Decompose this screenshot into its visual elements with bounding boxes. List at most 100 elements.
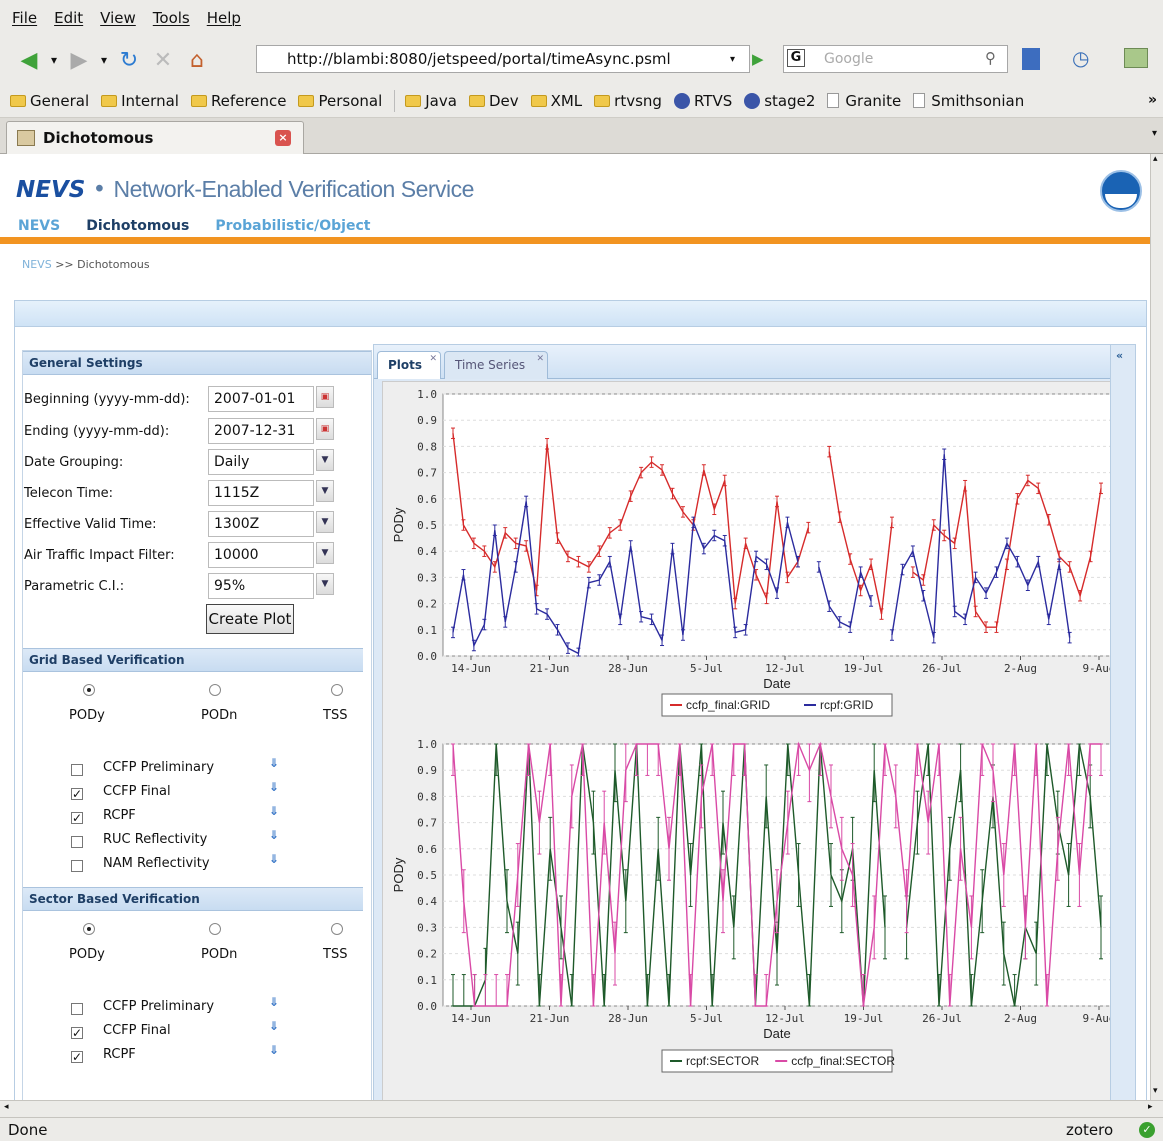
scroll-left-icon[interactable]: ◂ [4,1102,9,1112]
reload-icon[interactable]: ↻ [112,45,146,75]
url-field[interactable]: http://blambi:8080/jetspeed/portal/timeA… [256,45,750,73]
globe-icon [744,92,761,109]
x-tick-label: 19-Jul [844,662,884,675]
zotero-label[interactable]: zotero [1066,1121,1113,1139]
tab-time-series[interactable]: Time Series ✕ [444,351,548,379]
info-icon[interactable]: ⇓ [269,756,281,770]
breadcrumb-nevs[interactable]: NEVS [22,258,52,271]
calendar-icon[interactable]: ▣ [316,418,334,440]
info-icon[interactable]: ⇓ [269,804,281,818]
sector-ccfp-final-checkbox[interactable]: ✓ [71,1027,83,1039]
grid-podn-radio[interactable] [209,684,221,696]
menu-edit[interactable]: Edit [54,9,83,27]
bookmark-java[interactable]: Java [405,92,457,110]
collapse-icon[interactable]: « [1116,349,1123,362]
sector-rcpf-checkbox[interactable]: ✓ [71,1051,83,1063]
menu-tools[interactable]: Tools [153,9,190,27]
grid-ruc-reflectivity-checkbox[interactable] [71,836,83,848]
go-icon[interactable]: ▶ [752,50,764,68]
bookmark-xml[interactable]: XML [530,92,582,110]
grid-ccfp-preliminary-checkbox[interactable] [71,764,83,776]
calendar-icon[interactable]: ▣ [316,386,334,408]
folder-icon [530,94,547,107]
nav-link-probabilistic[interactable]: Probabilistic/Object [215,218,370,234]
date-grouping-select[interactable]: Daily [208,449,314,475]
info-icon[interactable]: ⇓ [269,1019,281,1033]
sector-tss-radio[interactable] [331,923,343,935]
grid-tss-radio[interactable] [331,684,343,696]
search-icon[interactable]: ⚲ [985,49,996,67]
menu-help[interactable]: Help [207,9,241,27]
menu-file[interactable]: File [12,9,37,27]
home-icon[interactable]: ⌂ [180,45,214,75]
bookmark-personal[interactable]: Personal [298,92,382,110]
effective-valid-time-select[interactable]: 1300Z [208,511,314,537]
bookmark-reference[interactable]: Reference [190,92,286,110]
close-icon[interactable]: ✕ [536,354,544,364]
scroll-up-icon[interactable]: ▴ [1153,154,1158,164]
browser-tab[interactable]: Dichotomous × [6,121,304,154]
info-icon[interactable]: ⇓ [269,995,281,1009]
back-menu-icon[interactable]: ▾ [46,45,62,75]
sector-ccfp-preliminary-checkbox[interactable] [71,1003,83,1015]
chevron-down-icon[interactable]: ▼ [316,449,334,471]
scroll-right-icon[interactable]: ▸ [1148,1102,1153,1112]
create-plot-button[interactable]: Create Plot [206,604,294,634]
bookmark-rtvsng[interactable]: rtvsng [594,92,662,110]
bookmark-granite[interactable]: Granite [827,92,901,110]
menu-view[interactable]: View [100,9,136,27]
back-icon[interactable]: ◀ [12,45,46,75]
sector-pody-radio[interactable] [83,923,95,935]
bookmark-general[interactable]: General [10,92,89,110]
grid-ccfp-final-checkbox[interactable]: ✓ [71,788,83,800]
stop-icon[interactable]: ✕ [146,45,180,75]
chevron-down-icon[interactable]: ▼ [316,480,334,502]
info-icon[interactable]: ⇓ [269,852,281,866]
search-engine-icon[interactable]: G [787,49,805,67]
horizontal-scrollbar[interactable]: ◂ ▸ [0,1100,1163,1117]
vertical-scrollbar[interactable]: ▴ ▾ [1150,154,1163,1100]
bookmark-smithsonian[interactable]: Smithsonian [913,92,1024,110]
grid-pody-radio[interactable] [83,684,95,696]
nav-link-nevs[interactable]: NEVS [18,218,60,234]
search-input[interactable]: Google [783,45,1008,73]
sidebar-toggle-icon[interactable] [1124,48,1148,68]
forward-icon[interactable]: ▶ [62,45,96,75]
grid-nam-reflectivity-checkbox[interactable] [71,860,83,872]
history-icon[interactable]: ◷ [1072,46,1089,70]
scroll-down-icon[interactable]: ▾ [1153,1086,1158,1096]
chevron-more-icon[interactable]: » [1148,92,1157,108]
chevron-down-icon[interactable]: ▼ [316,573,334,595]
chevron-down-icon[interactable]: ▼ [316,542,334,564]
tab-strip: Dichotomous × ▾ [0,118,1163,154]
info-icon[interactable]: ⇓ [269,780,281,794]
info-icon[interactable]: ⇓ [269,1043,281,1057]
toolbar-separator [394,89,396,112]
folder-icon [468,94,485,107]
sector-verification-form: PODy PODn TSS CCFP Preliminary ⇓ ✓ CCFP … [23,911,363,1091]
bookmark-toolbar-icon[interactable] [1022,48,1040,70]
bookmark-stage2[interactable]: stage2 [744,92,815,110]
grid-rcpf-checkbox[interactable]: ✓ [71,812,83,824]
confidence-interval-select[interactable]: 95% [208,573,314,599]
air-traffic-filter-select[interactable]: 10000 [208,542,314,568]
close-tab-icon[interactable]: × [275,130,291,146]
radio-label: TSS [323,708,348,723]
bookmark-label: General [30,91,90,110]
url-dropdown-icon[interactable]: ▾ [730,54,735,65]
bookmark-rtvs[interactable]: RTVS [673,92,732,110]
tab-list-icon[interactable]: ▾ [1152,128,1157,139]
close-icon[interactable]: ✕ [429,354,437,364]
info-icon[interactable]: ⇓ [269,828,281,842]
nav-link-dichotomous[interactable]: Dichotomous [86,218,189,234]
begin-date-input[interactable]: 2007-01-01 [208,386,314,412]
bookmark-dev[interactable]: Dev [468,92,519,110]
forward-menu-icon[interactable]: ▾ [96,45,112,75]
chevron-down-icon[interactable]: ▼ [316,511,334,533]
end-date-input[interactable]: 2007-12-31 [208,418,314,444]
tab-plots[interactable]: Plots ✕ [377,351,441,379]
sector-podn-radio[interactable] [209,923,221,935]
y-tick-label: 0.3 [417,571,437,584]
telecon-time-select[interactable]: 1115Z [208,480,314,506]
bookmark-internal[interactable]: Internal [101,92,179,110]
